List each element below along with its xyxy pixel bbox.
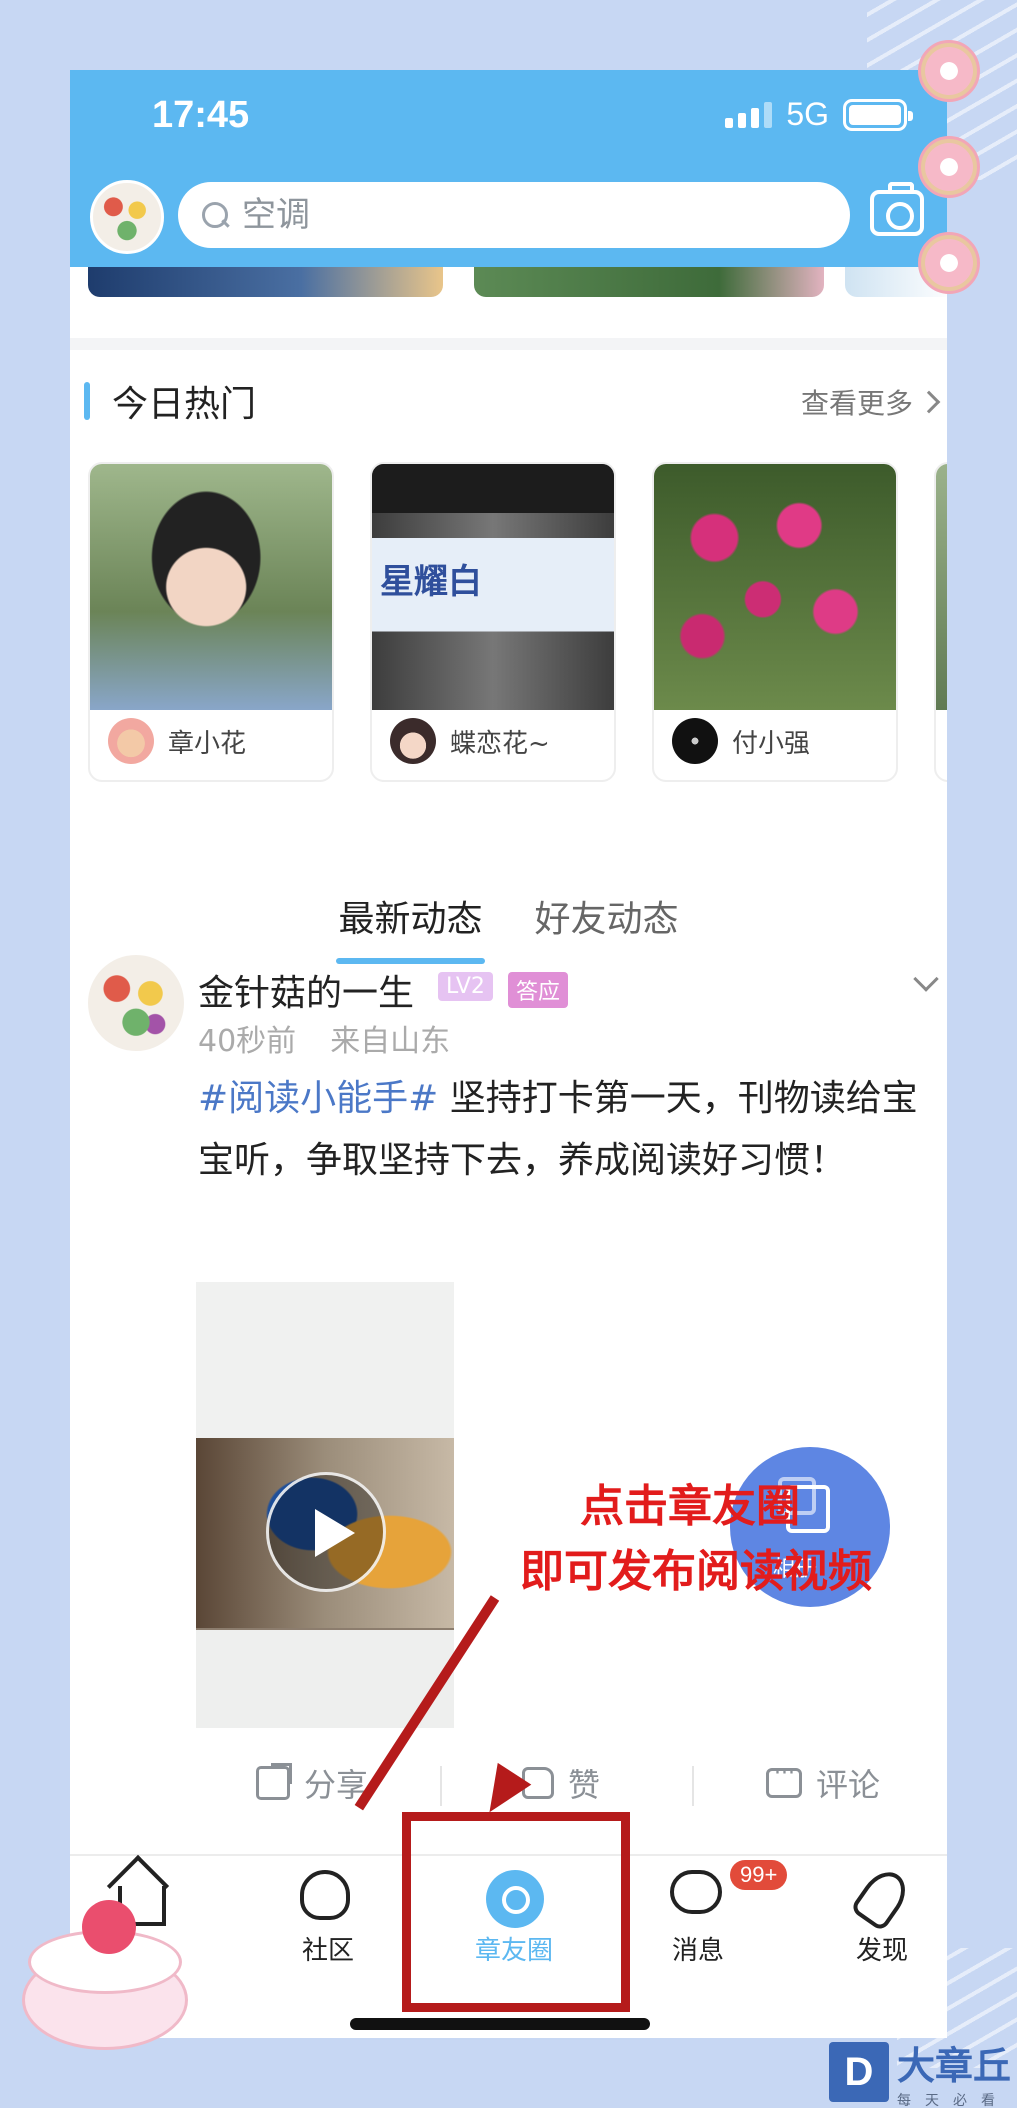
view-more-label: 查看更多 (800, 387, 913, 420)
nav-item-discover[interactable]: 发现 (822, 1863, 942, 1967)
message-icon: 99+ (670, 1860, 788, 1926)
share-button[interactable]: 分享 (256, 1760, 368, 1806)
status-time: 17:45 (152, 94, 250, 136)
share-icon (256, 1766, 290, 1800)
tab-latest[interactable]: 最新动态 (336, 890, 485, 964)
hot-card-username: 蝶恋花~ (450, 728, 550, 759)
phone-screen: 17:45 5G 今日热门 查看更多 章小 (70, 70, 947, 2038)
post-author-name[interactable]: 金针菇的一生 (198, 964, 414, 1016)
donut-sticker (918, 40, 980, 102)
nav-label: 消息 (671, 1936, 724, 1966)
post-video[interactable] (196, 1282, 454, 1728)
hot-card-user: 章小花 (108, 718, 246, 764)
avatar (390, 718, 436, 764)
home-indicator (350, 2018, 650, 2030)
cake-sticker (22, 1900, 188, 2060)
level-badge: LV2 (438, 972, 493, 1001)
search-bar[interactable] (178, 182, 850, 248)
annotation-highlight-box (402, 1812, 630, 2012)
feed-tabs: 最新动态 好友动态 (70, 890, 947, 964)
message-count-badge: 99+ (730, 1860, 788, 1890)
hot-card-username: 付小强 (732, 728, 811, 759)
hot-card-username: 章小花 (168, 728, 247, 759)
hot-card-user: 蝶恋花~ (390, 718, 550, 764)
hot-card-image (90, 464, 332, 710)
hot-card-image (654, 464, 896, 710)
battery-icon (843, 98, 913, 131)
nav-item-messages[interactable]: 99+ 消息 (638, 1860, 788, 1967)
section-accent-bar (84, 382, 90, 420)
hot-card-image: 星耀白 (372, 464, 614, 710)
logo-text: 大章丘 每天必看 (897, 2035, 1011, 2108)
action-divider (440, 1766, 442, 1806)
post-hashtag[interactable]: #阅读小能手# (198, 1078, 438, 1119)
banner-item[interactable] (88, 267, 443, 297)
hot-card-image-text: 星耀白 (380, 562, 482, 602)
chevron-right-icon (917, 390, 941, 414)
donut-sticker (918, 136, 980, 198)
status-indicators: 5G (725, 96, 913, 133)
search-icon (200, 200, 230, 230)
post-meta: 40秒前 来自山东 (198, 1016, 450, 1060)
banner-carousel (70, 267, 947, 327)
search-input[interactable] (242, 195, 802, 235)
post-location: 来自山东 (330, 1024, 451, 1059)
chevron-down-icon[interactable] (913, 966, 939, 992)
hot-card[interactable]: 付小强 (652, 462, 898, 782)
user-avatar[interactable] (90, 180, 164, 254)
post-content: #阅读小能手# 坚持打卡第一天，刊物读给宝宝听，争取坚持下去，养成阅读好习惯！ (198, 1068, 933, 1192)
like-label: 赞 (568, 1766, 601, 1804)
hot-card-user: 付小强 (672, 718, 810, 764)
community-icon (300, 1870, 356, 1926)
view-more-link[interactable]: 查看更多 (800, 382, 941, 422)
comment-label: 评论 (816, 1766, 881, 1804)
signal-icon (725, 101, 773, 128)
logo-subtitle: 每天必看 (896, 2092, 1009, 2108)
like-button[interactable]: 赞 (522, 1760, 600, 1806)
nav-item-community[interactable]: 社区 (268, 1870, 388, 1967)
annotation-line-2: 即可发布阅读视频 (520, 1546, 872, 1597)
hot-card[interactable] (934, 462, 947, 782)
post-time: 40秒前 (198, 1024, 297, 1059)
network-type: 5G (786, 96, 829, 132)
tab-friends[interactable]: 好友动态 (535, 890, 679, 964)
top-header: 17:45 5G (70, 70, 947, 267)
logo-name: 大章丘 (896, 2043, 1011, 2088)
comment-icon (766, 1761, 802, 1798)
nav-label: 社区 (301, 1936, 354, 1966)
nav-label: 发现 (855, 1936, 908, 1966)
banner-item[interactable] (474, 267, 824, 297)
comment-button[interactable]: 评论 (766, 1760, 880, 1806)
hot-section-header: 今日热门 (84, 375, 256, 427)
avatar (108, 718, 154, 764)
hot-section-title: 今日热门 (112, 384, 257, 425)
camera-icon[interactable] (870, 182, 924, 236)
section-divider (70, 338, 947, 350)
logo-mark: D (828, 2042, 889, 2102)
post-author-avatar[interactable] (88, 955, 184, 1051)
watermark-logo: D 大章丘 每天必看 (828, 2035, 1017, 2108)
hot-cards-list: 章小花 星耀白 蝶恋花~ 付小强 (88, 462, 947, 782)
avatar (672, 718, 718, 764)
hot-card[interactable]: 星耀白 蝶恋花~ (370, 462, 616, 782)
play-icon[interactable] (266, 1472, 386, 1592)
action-divider (692, 1766, 694, 1806)
hot-card[interactable]: 章小花 (88, 462, 334, 782)
rocket-icon (849, 1863, 915, 1933)
tag-badge: 答应 (508, 972, 569, 1008)
annotation-line-1: 点击章友圈 (580, 1481, 800, 1532)
donut-sticker (918, 232, 980, 294)
hot-card-image (936, 464, 947, 710)
